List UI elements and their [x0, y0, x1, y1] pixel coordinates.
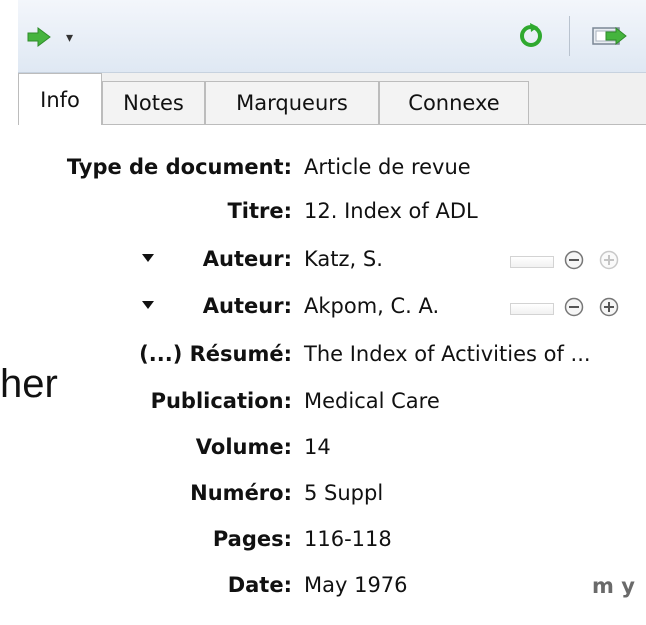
field-label-pages: Pages: [212, 527, 292, 551]
switch-name-format-button[interactable] [510, 256, 554, 268]
field-label-volume: Volume: [195, 435, 292, 459]
field-value-volume[interactable]: 14 [304, 435, 331, 459]
field-row-abstract: (...) Résumé: The Index of Activities of… [18, 335, 646, 377]
plus-circle-icon[interactable] [599, 297, 619, 317]
field-value-pages[interactable]: 116-118 [304, 527, 392, 551]
export-icon[interactable] [590, 22, 630, 52]
field-label-author-1[interactable]: Auteur: [203, 247, 292, 271]
creator-type-dropdown-icon[interactable] [142, 254, 154, 262]
toolbar-separator [569, 16, 570, 56]
tab-connexe[interactable]: Connexe [379, 81, 529, 124]
minus-circle-icon[interactable] [564, 297, 584, 317]
field-label-author-2[interactable]: Auteur: [203, 294, 292, 318]
green-arrow-icon[interactable] [26, 26, 52, 48]
tab-marqueurs[interactable]: Marqueurs [205, 81, 379, 124]
field-row-author-1: Auteur: Katz, S. [18, 240, 646, 282]
field-value-issue[interactable]: 5 Suppl [304, 481, 383, 505]
tab-info-label: Info [40, 87, 80, 112]
field-value-title[interactable]: 12. Index of ADL [304, 199, 478, 223]
date-format-indicator: m y [592, 574, 635, 598]
field-label-type: Type de document: [66, 155, 292, 179]
creator-type-dropdown-icon[interactable] [142, 301, 154, 309]
sync-icon[interactable] [516, 20, 546, 50]
field-label-title: Titre: [227, 199, 292, 223]
item-toolbar: ▾ [18, 0, 646, 73]
field-row-issue: Numéro: 5 Suppl [18, 474, 646, 516]
field-label-abstract[interactable]: (...) Résumé: [139, 342, 292, 366]
minus-circle-icon[interactable] [564, 250, 584, 270]
tab-notes-label: Notes [123, 91, 184, 115]
item-pane-tabs: Info Notes Marqueurs Connexe [18, 73, 646, 125]
tab-notes[interactable]: Notes [102, 81, 205, 124]
tab-connexe-label: Connexe [408, 91, 500, 115]
field-row-date: Date: May 1976 m y [18, 566, 646, 608]
field-value-abstract[interactable]: The Index of Activities of ... [304, 342, 591, 366]
field-label-issue: Numéro: [190, 481, 292, 505]
switch-name-format-button[interactable] [510, 303, 554, 315]
field-value-type[interactable]: Article de revue [304, 155, 471, 179]
field-value-publication[interactable]: Medical Care [304, 389, 440, 413]
field-label-publication: Publication: [150, 389, 292, 413]
field-row-volume: Volume: 14 [18, 428, 646, 470]
plus-circle-icon[interactable] [599, 250, 619, 270]
field-row-pages: Pages: 116-118 [18, 520, 646, 562]
field-row-publication: Publication: Medical Care [18, 382, 646, 424]
left-strip [0, 0, 18, 625]
field-row-title: Titre: 12. Index of ADL [18, 192, 646, 234]
tab-info[interactable]: Info [18, 73, 102, 125]
field-row-author-2: Auteur: Akpom, C. A. [18, 287, 646, 329]
field-value-date[interactable]: May 1976 [304, 573, 408, 597]
field-row-type: Type de document: Article de revue [18, 148, 646, 190]
tabs-bottom-border [102, 124, 646, 125]
field-value-author-2[interactable]: Akpom, C. A. [304, 294, 439, 318]
caret-down-icon[interactable]: ▾ [66, 30, 73, 46]
field-value-author-1[interactable]: Katz, S. [304, 247, 383, 271]
tab-marqueurs-label: Marqueurs [236, 91, 348, 115]
field-label-date: Date: [227, 573, 292, 597]
